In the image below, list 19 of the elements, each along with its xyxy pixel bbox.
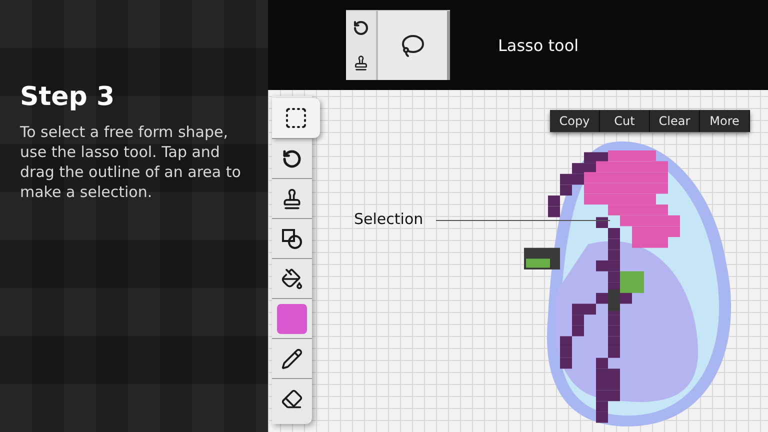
step-title: Step 3 (20, 82, 116, 112)
menu-button[interactable]: Cut (600, 110, 650, 132)
stamp-icon (281, 188, 303, 210)
menu-button[interactable]: More (700, 110, 750, 132)
eraser-icon (281, 388, 303, 410)
pencil-icon (281, 348, 303, 370)
undo-icon (353, 20, 369, 36)
stamp-icon (353, 54, 369, 71)
menu-button[interactable]: Copy (550, 110, 600, 132)
lasso-icon (400, 34, 424, 58)
square-circle-icon (281, 228, 303, 250)
tool-label: Lasso tool (498, 36, 579, 54)
selection-label: Selection (354, 210, 424, 228)
paint-bucket-icon (281, 268, 303, 290)
undo-icon (282, 148, 302, 168)
selection-icon (284, 106, 308, 130)
menu-button[interactable]: Clear (650, 110, 700, 132)
tool-button[interactable] (272, 98, 320, 138)
step-description: To select a free form shape, use the lasso tool. Tap and drag the outline of an area to make a selection. (20, 122, 242, 202)
